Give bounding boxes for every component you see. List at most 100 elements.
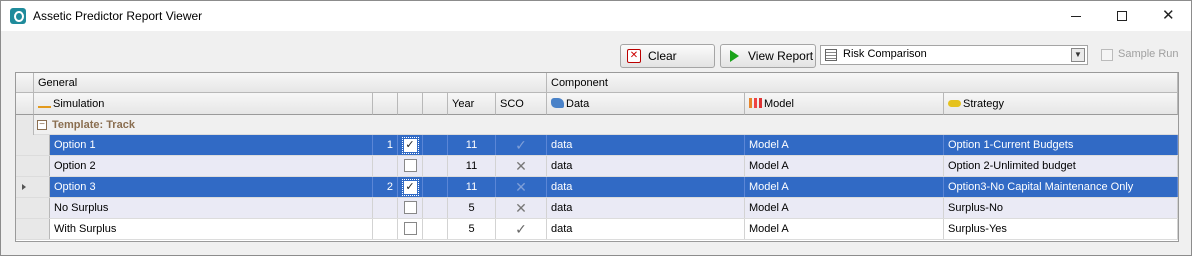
clear-cache-button[interactable]: ✕ Clear Cache bbox=[620, 44, 715, 85]
col-simulation-label: Simulation bbox=[53, 98, 105, 110]
select-cell[interactable] bbox=[398, 198, 423, 218]
select-cell[interactable]: ✓ bbox=[398, 177, 423, 197]
sco-cell[interactable]: ✕ bbox=[496, 156, 547, 176]
year-cell[interactable]: 11 bbox=[448, 135, 496, 155]
table-row[interactable]: Option 1 1 ✓ 11 ✓ data Model A Option 1-… bbox=[16, 135, 1178, 156]
strategy-cell[interactable]: Option 2-Unlimited budget bbox=[944, 156, 1178, 176]
sample-run-box[interactable] bbox=[1101, 49, 1113, 61]
chevron-down-icon[interactable]: ▼ bbox=[1071, 48, 1085, 62]
table-row[interactable]: Option 2 11 ✕ data Model A Option 2-Unli… bbox=[16, 156, 1178, 177]
simulation-cell[interactable]: Option 3 bbox=[50, 177, 373, 197]
model-cell[interactable]: Model A bbox=[745, 177, 944, 197]
order-cell[interactable]: 1 bbox=[373, 135, 398, 155]
simulation-cell[interactable]: Option 1 bbox=[50, 135, 373, 155]
band-component: Component bbox=[547, 73, 1178, 93]
col-header-model[interactable]: Model bbox=[745, 93, 944, 115]
blank-cell bbox=[423, 219, 448, 239]
header-corner bbox=[16, 93, 34, 115]
report-type-value: Risk Comparison bbox=[843, 48, 927, 60]
col-header-data[interactable]: Data bbox=[547, 93, 745, 115]
order-cell[interactable] bbox=[373, 219, 398, 239]
row-selector[interactable] bbox=[16, 135, 50, 155]
model-cell[interactable]: Model A bbox=[745, 156, 944, 176]
year-cell[interactable]: 5 bbox=[448, 219, 496, 239]
order-cell[interactable] bbox=[373, 198, 398, 218]
data-cell[interactable]: data bbox=[547, 219, 745, 239]
simulation-cell[interactable]: With Surplus bbox=[50, 219, 373, 239]
year-cell[interactable]: 11 bbox=[448, 156, 496, 176]
data-cell[interactable]: data bbox=[547, 156, 745, 176]
select-cell[interactable] bbox=[398, 219, 423, 239]
sco-cell[interactable]: ✓ bbox=[496, 135, 547, 155]
blank-cell bbox=[423, 135, 448, 155]
select-checkbox[interactable] bbox=[403, 201, 417, 214]
model-cell[interactable]: Model A bbox=[745, 198, 944, 218]
row-selector[interactable] bbox=[16, 177, 50, 197]
app-logo-icon bbox=[10, 8, 26, 24]
row-selector[interactable] bbox=[16, 219, 50, 239]
strategy-cell[interactable]: Surplus-Yes bbox=[944, 219, 1178, 239]
simulation-grid: General Component Simulation Year SCO Da… bbox=[15, 72, 1179, 242]
play-icon bbox=[730, 50, 739, 62]
year-cell[interactable]: 5 bbox=[448, 198, 496, 218]
col-header-year[interactable]: Year bbox=[448, 93, 496, 115]
strategy-cell[interactable]: Surplus-No bbox=[944, 198, 1178, 218]
sample-run-label: Sample Run bbox=[1118, 48, 1179, 60]
collapse-icon[interactable]: − bbox=[37, 120, 47, 130]
col-header-blank[interactable] bbox=[423, 93, 448, 115]
data-cell[interactable]: data bbox=[547, 198, 745, 218]
data-cell[interactable]: data bbox=[547, 135, 745, 155]
model-cell[interactable]: Model A bbox=[745, 219, 944, 239]
sco-icon: ✓ bbox=[515, 221, 527, 237]
view-report-button[interactable]: View Report bbox=[720, 44, 816, 68]
sco-cell[interactable]: ✓ bbox=[496, 219, 547, 239]
view-report-label: View Report bbox=[748, 49, 814, 63]
row-selector[interactable] bbox=[16, 198, 50, 218]
table-row[interactable]: With Surplus 5 ✓ data Model A Surplus-Ye… bbox=[16, 219, 1178, 240]
blank-cell bbox=[423, 177, 448, 197]
select-checkbox[interactable] bbox=[403, 222, 417, 235]
col-header-select[interactable] bbox=[398, 93, 423, 115]
current-row-icon bbox=[22, 184, 26, 190]
maximize-icon bbox=[1117, 11, 1127, 21]
band-general: General bbox=[34, 73, 547, 93]
minimize-icon bbox=[1071, 16, 1081, 17]
row-selector[interactable] bbox=[16, 156, 50, 176]
select-checkbox[interactable]: ✓ bbox=[401, 179, 419, 196]
strategy-cell[interactable]: Option3-No Capital Maintenance Only bbox=[944, 177, 1178, 197]
model-cell[interactable]: Model A bbox=[745, 135, 944, 155]
simulation-cell[interactable]: No Surplus bbox=[50, 198, 373, 218]
select-cell[interactable]: ✓ bbox=[398, 135, 423, 155]
col-header-strategy[interactable]: Strategy bbox=[944, 93, 1178, 115]
select-checkbox[interactable]: ✓ bbox=[401, 137, 419, 154]
minimize-button[interactable] bbox=[1053, 1, 1099, 31]
close-button[interactable]: ✕ bbox=[1145, 1, 1191, 31]
sco-cell[interactable]: ✕ bbox=[496, 177, 547, 197]
group-row[interactable]: − Template: Track bbox=[16, 115, 1178, 135]
group-row-selector[interactable] bbox=[16, 115, 34, 135]
table-row[interactable]: Option 3 2 ✓ 11 ✕ data Model A Option3-N… bbox=[16, 177, 1178, 198]
data-icon bbox=[551, 98, 564, 108]
order-cell[interactable]: 2 bbox=[373, 177, 398, 197]
band-corner bbox=[16, 73, 34, 93]
col-header-sco[interactable]: SCO bbox=[496, 93, 547, 115]
close-icon: ✕ bbox=[1162, 7, 1175, 24]
year-cell[interactable]: 11 bbox=[448, 177, 496, 197]
title-bar: Assetic Predictor Report Viewer ✕ bbox=[1, 1, 1191, 31]
maximize-button[interactable] bbox=[1099, 1, 1145, 31]
simulation-cell[interactable]: Option 2 bbox=[50, 156, 373, 176]
simulation-icon bbox=[38, 98, 51, 108]
report-type-dropdown[interactable]: Risk Comparison ▼ bbox=[820, 45, 1088, 65]
strategy-cell[interactable]: Option 1-Current Budgets bbox=[944, 135, 1178, 155]
select-checkbox[interactable] bbox=[403, 159, 417, 172]
data-cell[interactable]: data bbox=[547, 177, 745, 197]
col-data-label: Data bbox=[566, 98, 590, 110]
report-viewer-window: Assetic Predictor Report Viewer ✕ ✕ Clea… bbox=[0, 0, 1192, 256]
col-strategy-label: Strategy bbox=[963, 98, 1004, 110]
sco-cell[interactable]: ✕ bbox=[496, 198, 547, 218]
table-row[interactable]: No Surplus 5 ✕ data Model A Surplus-No bbox=[16, 198, 1178, 219]
col-header-order[interactable] bbox=[373, 93, 398, 115]
select-cell[interactable] bbox=[398, 156, 423, 176]
order-cell[interactable] bbox=[373, 156, 398, 176]
col-header-simulation[interactable]: Simulation bbox=[34, 93, 373, 115]
